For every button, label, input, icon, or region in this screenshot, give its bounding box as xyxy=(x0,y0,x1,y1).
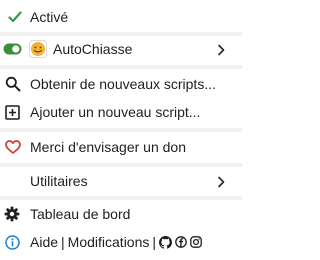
chevron-right-icon xyxy=(216,175,226,188)
info-icon xyxy=(4,234,20,250)
dashboard-item[interactable]: Tableau de bord xyxy=(0,203,242,225)
github-icon[interactable] xyxy=(159,235,173,249)
heart-icon xyxy=(4,139,21,155)
separator xyxy=(0,65,242,69)
donate-item[interactable]: Merci d'envisager un don xyxy=(0,136,242,158)
dashboard-label: Tableau de bord xyxy=(30,206,131,222)
plus-square-icon xyxy=(4,104,20,120)
chevron-right-icon xyxy=(216,43,226,56)
separator xyxy=(0,163,242,167)
changelog-link[interactable]: Modifications xyxy=(68,234,150,250)
check-icon xyxy=(7,9,23,25)
enabled-label: Activé xyxy=(30,9,69,25)
toggle-icon[interactable] xyxy=(3,43,22,55)
popup-menu: Activé AutoChiasse Obtenir de nouveaux s… xyxy=(0,0,242,260)
enabled-toggle-row[interactable]: Activé xyxy=(0,6,242,28)
separator xyxy=(0,196,242,200)
get-scripts-label: Obtenir de nouveaux scripts... xyxy=(30,76,216,92)
separator-text: | xyxy=(61,234,65,250)
separator xyxy=(0,128,242,132)
utilities-label: Utilitaires xyxy=(30,173,88,189)
search-icon xyxy=(4,75,22,93)
facebook-icon[interactable] xyxy=(175,236,187,248)
separator-text: | xyxy=(152,234,157,250)
help-links: Aide | Modifications | xyxy=(30,234,202,250)
script-name: AutoChiasse xyxy=(53,41,133,57)
add-script-label: Ajouter un nouveau script... xyxy=(30,104,201,120)
help-link[interactable]: Aide xyxy=(30,234,58,250)
donate-label: Merci d'envisager un don xyxy=(30,139,186,155)
gear-icon xyxy=(4,206,20,222)
add-script-item[interactable]: Ajouter un nouveau script... xyxy=(0,101,242,123)
get-scripts-item[interactable]: Obtenir de nouveaux scripts... xyxy=(0,73,242,95)
utilities-item[interactable]: Utilitaires xyxy=(0,170,242,192)
help-row: Aide | Modifications | xyxy=(0,231,242,253)
separator xyxy=(0,32,242,36)
instagram-icon[interactable] xyxy=(190,236,202,248)
script-row-autochiasse[interactable]: AutoChiasse xyxy=(0,38,242,60)
smiley-icon xyxy=(29,40,47,58)
